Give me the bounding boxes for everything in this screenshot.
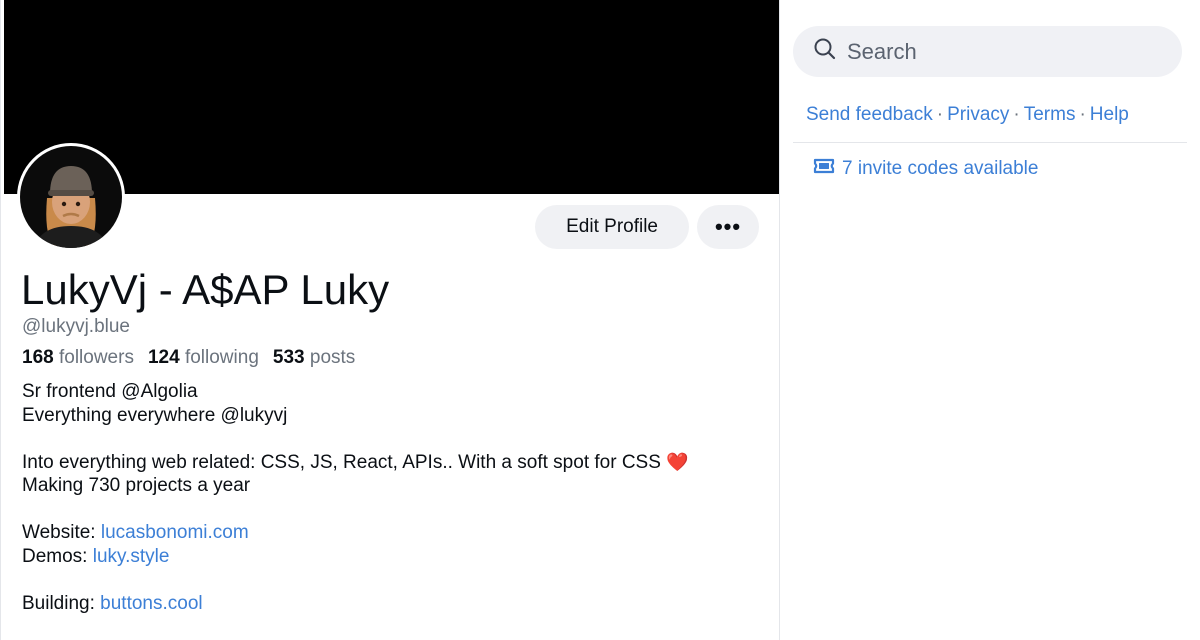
invite-codes-button[interactable]: 7 invite codes available <box>813 158 1038 180</box>
followers-label: followers <box>58 347 134 368</box>
bio-building-line: Building: buttons.cool <box>22 592 689 616</box>
profile-main-column: Edit Profile ••• LukyVj - A$AP Luky @luk… <box>0 0 780 640</box>
help-link[interactable]: Help <box>1090 104 1129 125</box>
bio-line: Everything everywhere @lukyvj <box>22 404 288 426</box>
separator: · <box>936 104 944 125</box>
bio-demos-line: Demos: luky.style <box>22 545 689 569</box>
demos-link[interactable]: luky.style <box>93 546 170 567</box>
more-options-button[interactable]: ••• <box>697 205 759 249</box>
following-label: following <box>184 347 259 368</box>
profile-bio: Sr frontend @Algolia Everything everywhe… <box>22 380 689 615</box>
heart-icon: ❤️ <box>666 451 689 472</box>
profile-stats: 168 followers 124 following 533 posts <box>22 347 355 369</box>
bio-website-line: Website: lucasbonomi.com <box>22 521 689 545</box>
memoji-avatar-icon <box>20 146 122 248</box>
privacy-link[interactable]: Privacy <box>947 104 1009 125</box>
posts-stat: 533 posts <box>273 347 355 369</box>
bio-line: Sr frontend @Algolia <box>22 381 198 402</box>
following-stat[interactable]: 124 following <box>148 347 259 369</box>
search-icon <box>813 37 837 66</box>
avatar[interactable] <box>17 143 125 251</box>
followers-count: 168 <box>22 347 54 368</box>
followers-stat[interactable]: 168 followers <box>22 347 134 369</box>
divider <box>793 142 1187 143</box>
search-bar[interactable] <box>793 26 1182 77</box>
display-name: LukyVj - A$AP Luky <box>21 266 390 313</box>
following-count: 124 <box>147 347 180 368</box>
posts-label: posts <box>309 347 356 368</box>
building-link[interactable]: buttons.cool <box>100 593 202 614</box>
send-feedback-link[interactable]: Send feedback <box>806 104 933 125</box>
posts-count: 533 <box>272 347 305 368</box>
terms-link[interactable]: Terms <box>1024 104 1076 125</box>
profile-actions: Edit Profile ••• <box>535 205 759 249</box>
separator: · <box>1079 104 1086 125</box>
profile-handle: @lukyvj.blue <box>22 316 130 337</box>
website-label: Website: <box>22 522 96 543</box>
demos-label: Demos: <box>22 545 88 567</box>
edit-profile-button[interactable]: Edit Profile <box>535 205 689 249</box>
bio-line: Making 730 projects a year <box>22 475 251 496</box>
profile-banner[interactable] <box>4 0 779 194</box>
ticket-icon <box>813 158 835 180</box>
search-input[interactable] <box>847 38 1147 65</box>
bio-line-text: Into everything web related: CSS, JS, Re… <box>22 451 661 473</box>
footer-links: Send feedback · Privacy · Terms · Help <box>806 104 1129 126</box>
right-sidebar: Send feedback·Privacy·Terms·Help 7 invit… <box>781 0 1200 640</box>
bio-line: Into everything web related: CSS, JS, Re… <box>22 451 689 475</box>
building-label: Building: <box>22 592 95 614</box>
separator: · <box>1013 104 1020 125</box>
invite-codes-label: 7 invite codes available <box>842 158 1039 179</box>
website-link[interactable]: lucasbonomi.com <box>101 522 249 543</box>
